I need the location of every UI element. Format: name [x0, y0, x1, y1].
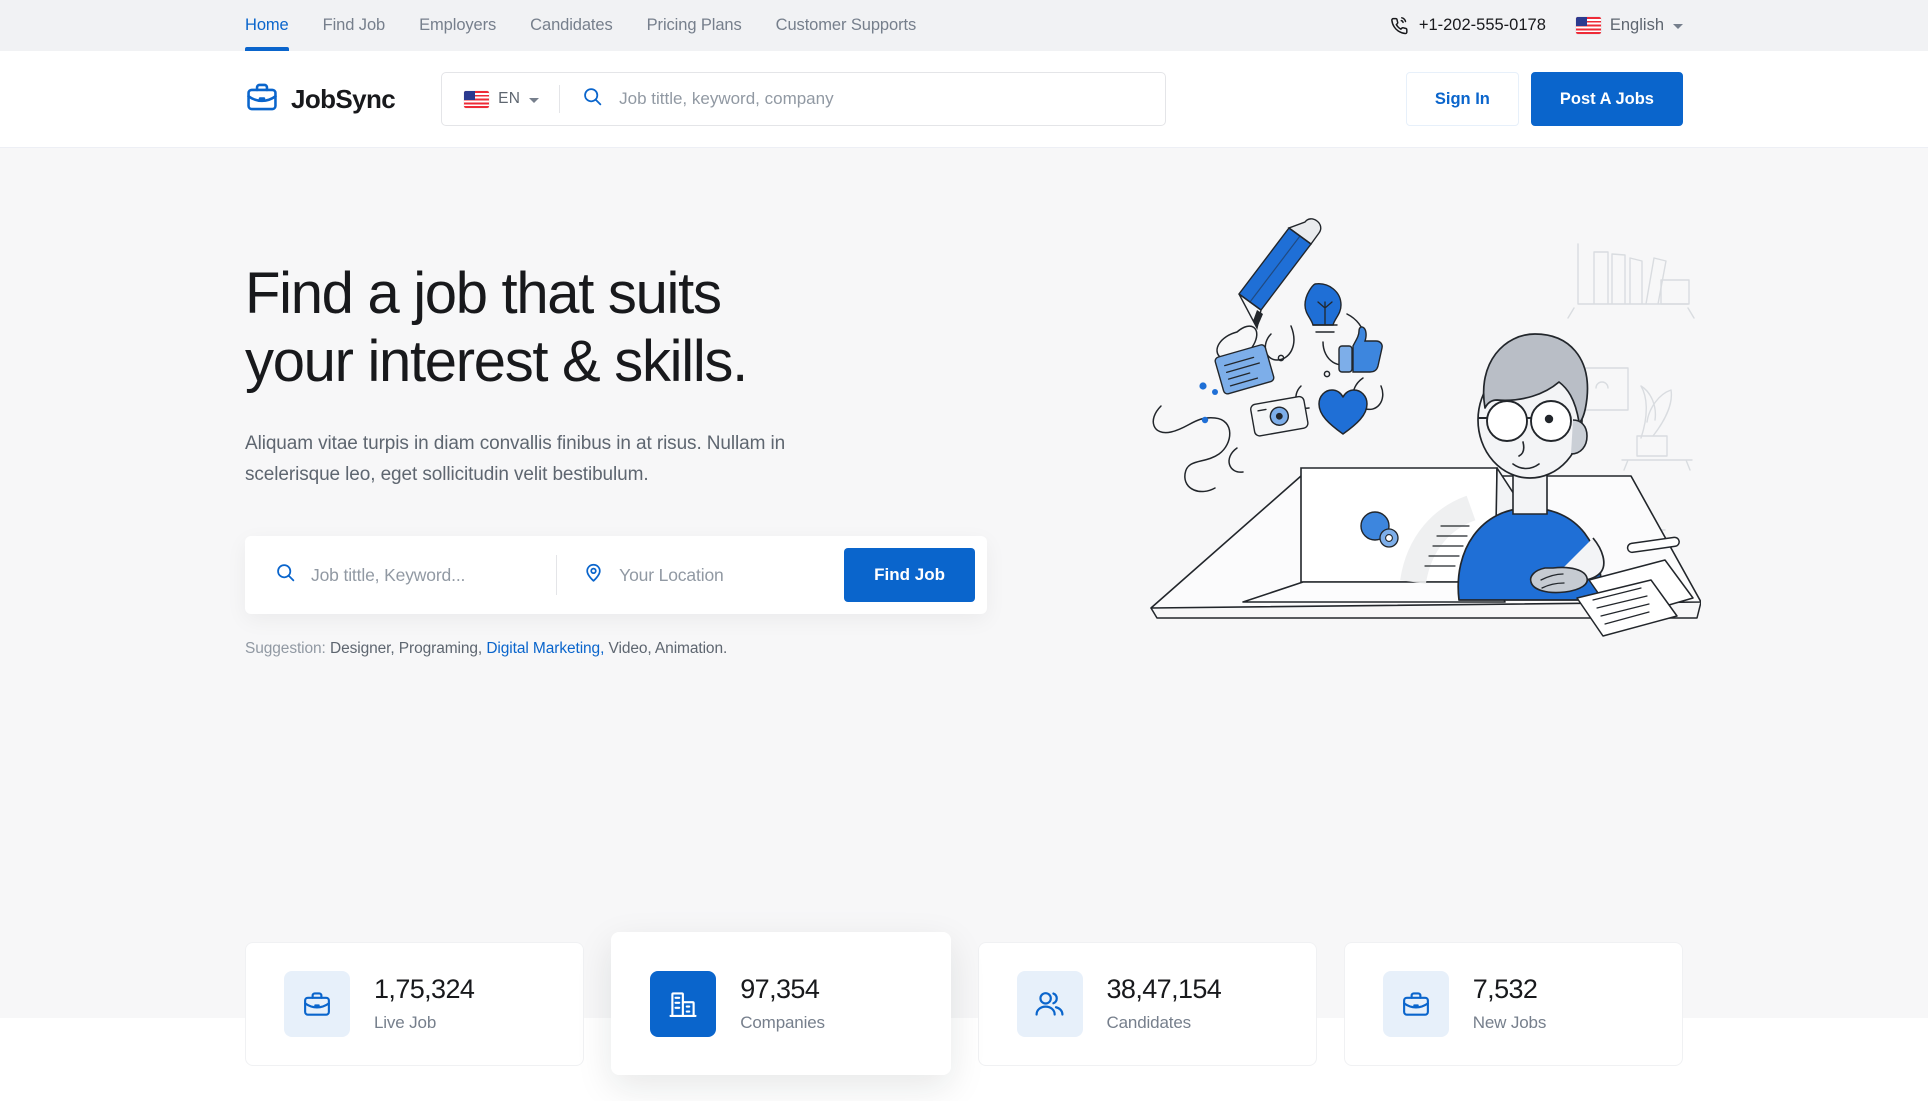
- contact-phone[interactable]: +1-202-555-0178: [1388, 15, 1546, 36]
- stat-text: 38,47,154 Candidates: [1107, 974, 1222, 1032]
- suggestion-items-rest[interactable]: Video, Animation.: [609, 640, 728, 657]
- nav-item-employers[interactable]: Employers: [402, 0, 513, 51]
- post-a-job-button[interactable]: Post A Jobs: [1530, 72, 1683, 126]
- nav-item-label: Employers: [419, 16, 497, 34]
- stat-value: 38,47,154: [1106, 974, 1222, 1005]
- page-title: Find a job that suits your interest & sk…: [245, 260, 1125, 397]
- phone-number: +1-202-555-0178: [1418, 16, 1546, 34]
- hero-subtitle: Aliquam vitae turpis in diam convallis f…: [245, 432, 786, 485]
- search-icon: [275, 562, 296, 588]
- us-flag-icon: [1575, 17, 1601, 34]
- us-flag-icon: [464, 90, 490, 108]
- hero-search-bar: Find Job: [245, 536, 987, 615]
- top-bar-right-group: +1-202-555-0178 English: [1388, 15, 1683, 36]
- stat-label: Candidates: [1106, 1012, 1192, 1032]
- site-header: JobSync EN Sign In Post A Jobs: [0, 51, 1928, 148]
- stat-card-new-jobs[interactable]: 7,532 New Jobs: [1343, 941, 1683, 1066]
- nav-item-label: Pricing Plans: [646, 16, 742, 34]
- nav-item-pricing-plans[interactable]: Pricing Plans: [630, 0, 759, 51]
- hero-title-line-1: Find a job that suits: [245, 261, 722, 326]
- chevron-down-icon: [529, 97, 540, 103]
- nav-item-find-job[interactable]: Find Job: [306, 0, 403, 51]
- phone-icon: [1388, 15, 1409, 36]
- search-icon: [582, 86, 603, 112]
- map-pin-icon: [583, 562, 604, 588]
- stat-card-live-job[interactable]: 1,75,324 Live Job: [245, 941, 585, 1066]
- suggestion-label: Suggestion:: [245, 640, 326, 658]
- stat-text: 97,354 Companies: [740, 974, 825, 1032]
- briefcase-logo-icon: [245, 80, 279, 119]
- stat-label: Live Job: [374, 1012, 437, 1032]
- building-icon: [650, 970, 717, 1037]
- logo[interactable]: JobSync: [245, 80, 396, 119]
- hero-illustration: [1141, 208, 1701, 648]
- hero-keyword-input[interactable]: [311, 564, 557, 586]
- stat-label: Companies: [740, 1012, 825, 1032]
- stat-card-companies[interactable]: 97,354 Companies: [611, 932, 951, 1075]
- nav-item-label: Customer Supports: [775, 16, 917, 34]
- stats-row: 1,75,324 Live Job 97,354 Companies 38,47…: [245, 932, 1683, 1075]
- language-label: English: [1609, 16, 1664, 34]
- suggestion-link-digital-marketing[interactable]: Digital Marketing,: [486, 640, 604, 657]
- sign-in-button[interactable]: Sign In: [1405, 72, 1519, 126]
- nav-item-label: Find Job: [322, 16, 386, 34]
- stat-value: 1,75,324: [374, 974, 475, 1005]
- nav-item-candidates[interactable]: Candidates: [513, 0, 629, 51]
- suggestion-row: Suggestion: Designer, Programing, Digita…: [245, 640, 1125, 658]
- header-language-dropdown[interactable]: EN: [442, 85, 561, 113]
- nav-item-customer-supports[interactable]: Customer Supports: [759, 0, 933, 51]
- nav-item-label: Candidates: [530, 16, 613, 34]
- briefcase-icon: [284, 970, 350, 1037]
- hero-location-input[interactable]: [619, 564, 845, 586]
- users-icon: [1016, 970, 1083, 1037]
- top-utility-bar: Home Find Job Employers Candidates Prici…: [0, 0, 1928, 51]
- chevron-down-icon: [1673, 24, 1683, 29]
- primary-nav: Home Find Job Employers Candidates Prici…: [245, 0, 933, 51]
- stat-card-candidates[interactable]: 38,47,154 Candidates: [977, 941, 1317, 1066]
- hero-title-line-2: your interest & skills.: [245, 329, 748, 395]
- nav-item-label: Home: [245, 16, 289, 34]
- stat-text: 7,532 New Jobs: [1472, 974, 1547, 1032]
- find-job-button[interactable]: Find Job: [844, 548, 975, 603]
- language-selector[interactable]: English: [1575, 16, 1683, 35]
- nav-item-home[interactable]: Home: [245, 0, 306, 51]
- stat-text: 1,75,324 Live Job: [374, 974, 475, 1032]
- header-search-bar: EN: [441, 72, 1167, 126]
- header-search-field: [560, 86, 1166, 112]
- hero-location-field: [557, 555, 845, 595]
- hero-keyword-field: [245, 555, 558, 596]
- stat-value: 7,532: [1472, 974, 1538, 1005]
- stat-label: New Jobs: [1472, 1012, 1547, 1032]
- stat-value: 97,354: [740, 974, 820, 1005]
- hero-section: Find a job that suits your interest & sk…: [0, 148, 1928, 1075]
- header-language-code: EN: [498, 90, 521, 107]
- header-actions: Sign In Post A Jobs: [1405, 72, 1683, 126]
- hero-left-column: Find a job that suits your interest & sk…: [245, 148, 1125, 1018]
- briefcase-icon: [1382, 970, 1449, 1037]
- header-search-input[interactable]: [619, 89, 1166, 109]
- suggestion-items[interactable]: Designer, Programing,: [330, 640, 482, 657]
- logo-text: JobSync: [291, 83, 396, 114]
